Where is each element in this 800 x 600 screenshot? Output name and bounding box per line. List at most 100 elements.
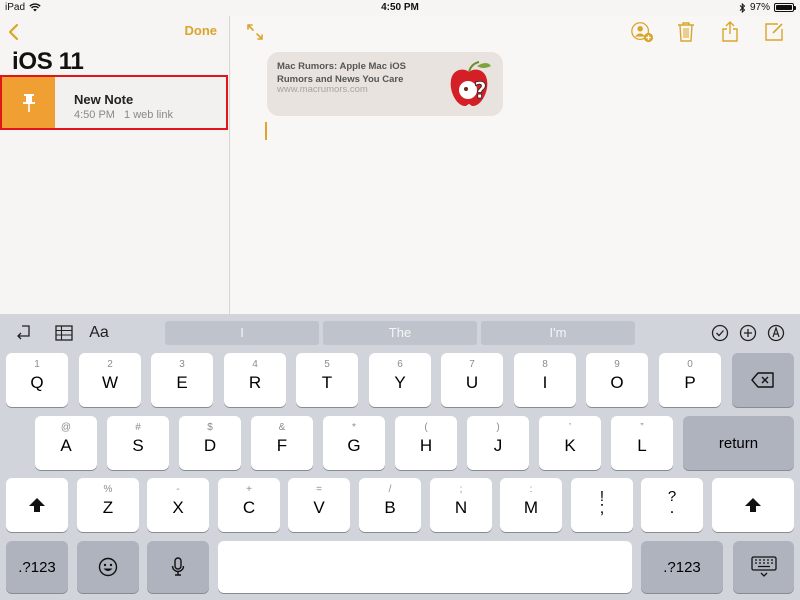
emoji-key[interactable]	[77, 541, 139, 593]
suggestion-3[interactable]: I'm	[481, 321, 635, 345]
key-t[interactable]: 5T	[296, 353, 358, 407]
space-bar[interactable]	[218, 541, 632, 593]
shift-arrow-icon	[745, 498, 761, 512]
shift-arrow-icon	[29, 498, 45, 512]
macrumors-logo: ?	[450, 61, 491, 106]
table-button[interactable]	[53, 322, 75, 344]
backspace-icon	[751, 372, 774, 388]
emoji-icon	[98, 557, 118, 577]
note-attachment-count: 1 web link	[124, 109, 173, 121]
status-bar: iPad 4:50 PM 97%	[0, 0, 800, 16]
key-b[interactable]: / B	[359, 478, 421, 532]
key-m[interactable]: :M	[500, 478, 562, 532]
shift-key-left[interactable]	[6, 478, 68, 532]
key-s[interactable]: # S	[107, 416, 169, 470]
key-w[interactable]: 2W	[79, 353, 141, 407]
numbers-key-left[interactable]: .?123	[6, 541, 68, 593]
link-title: Mac Rumors: Apple Mac iOS Rumors and New…	[277, 61, 406, 85]
battery-fill	[776, 5, 792, 10]
key-a[interactable]: @ A	[35, 416, 97, 470]
format-button[interactable]: Aa	[86, 322, 112, 344]
compose-icon	[765, 23, 783, 41]
share-icon	[722, 21, 738, 42]
undo-icon	[17, 325, 30, 340]
status-right: 97%	[739, 2, 796, 13]
trash-icon	[678, 22, 694, 42]
note-title: New Note	[74, 92, 134, 107]
key-g[interactable]: * G	[323, 416, 385, 470]
bluetooth-icon	[739, 2, 746, 13]
key-d[interactable]: $ D	[179, 416, 241, 470]
shift-key-right[interactable]	[712, 478, 794, 532]
note-list-item[interactable]: New Note 4:50 PM 1 web link	[0, 75, 228, 130]
add-people-button[interactable]	[630, 20, 654, 44]
done-button[interactable]: Done	[185, 23, 218, 38]
checklist-button[interactable]	[709, 322, 731, 344]
key-c[interactable]: + C	[218, 478, 280, 532]
key-o[interactable]: 9O	[586, 353, 648, 407]
pin-action[interactable]	[2, 77, 55, 128]
expand-arrows-icon	[247, 24, 263, 40]
table-icon	[55, 325, 73, 341]
link-url: www.macrumors.com	[277, 84, 368, 95]
numbers-label: .?123	[18, 558, 56, 576]
return-key[interactable]: return	[683, 416, 794, 470]
markup-pen-icon	[767, 324, 785, 342]
suggestion-2[interactable]: The	[323, 321, 477, 345]
checklist-icon	[711, 324, 729, 342]
expand-button[interactable]	[245, 22, 265, 42]
add-person-icon	[631, 22, 654, 43]
markup-button[interactable]	[765, 322, 787, 344]
note-editor[interactable]: Mac Rumors: Apple Mac iOS Rumors and New…	[231, 16, 800, 314]
delete-key[interactable]	[732, 353, 794, 407]
key-u[interactable]: 7U	[441, 353, 503, 407]
folder-title: iOS 11	[12, 48, 84, 75]
numbers-label: .?123	[663, 558, 701, 576]
hide-keyboard-icon	[750, 556, 777, 577]
editor-toolbar	[630, 20, 786, 44]
compose-button[interactable]	[762, 20, 786, 44]
back-button[interactable]	[6, 22, 22, 42]
key-h[interactable]: (H	[395, 416, 457, 470]
microphone-icon	[171, 557, 185, 576]
key-i[interactable]: 8I	[514, 353, 576, 407]
svg-text:?: ?	[474, 79, 487, 104]
key-r[interactable]: 4R	[224, 353, 286, 407]
keyboard-shortcut-bar: Aa I The I'm	[0, 314, 800, 352]
key-exclamation-semicolon[interactable]: !;	[571, 478, 633, 532]
key-n[interactable]: ; N	[430, 478, 492, 532]
key-k[interactable]: ’ K	[539, 416, 601, 470]
key-y[interactable]: 6Y	[369, 353, 431, 407]
status-time: 4:50 PM	[381, 2, 419, 13]
dictation-key[interactable]	[147, 541, 209, 593]
battery-percent: 97%	[749, 2, 770, 13]
key-l[interactable]: ” L	[611, 416, 673, 470]
key-x[interactable]: -X	[147, 478, 209, 532]
key-q[interactable]: 1Q	[6, 353, 68, 407]
key-f[interactable]: & F	[251, 416, 313, 470]
key-z[interactable]: % Z	[77, 478, 139, 532]
delete-button[interactable]	[674, 20, 698, 44]
key-j[interactable]: ) J	[467, 416, 529, 470]
suggestion-1[interactable]: I	[165, 321, 319, 345]
text-cursor	[265, 122, 267, 140]
hide-keyboard-key[interactable]	[733, 541, 794, 593]
numbers-key-right[interactable]: .?123	[641, 541, 723, 593]
insert-button[interactable]	[737, 322, 759, 344]
note-time: 4:50 PM	[74, 109, 115, 121]
key-p[interactable]: 0P	[659, 353, 721, 407]
return-label: return	[718, 434, 759, 452]
pin-icon	[22, 93, 35, 112]
key-question-period[interactable]: ?.	[641, 478, 703, 532]
web-link-card[interactable]: Mac Rumors: Apple Mac iOS Rumors and New…	[267, 52, 503, 116]
share-button[interactable]	[718, 20, 742, 44]
keyboard: Aa I The I'm 1Q 2W 3E 4R 5T 6Y 7U 8I 9 O…	[0, 314, 800, 600]
plus-circle-icon	[739, 324, 757, 342]
undo-button[interactable]	[13, 322, 35, 344]
key-e[interactable]: 3E	[151, 353, 213, 407]
battery-icon	[774, 3, 796, 12]
key-v[interactable]: = V	[288, 478, 350, 532]
notes-sidebar: Done iOS 11 New Note 4:50 PM 1 web link	[0, 16, 230, 314]
note-meta: 4:50 PM 1 web link	[74, 109, 173, 121]
chevron-left-icon	[8, 23, 19, 41]
